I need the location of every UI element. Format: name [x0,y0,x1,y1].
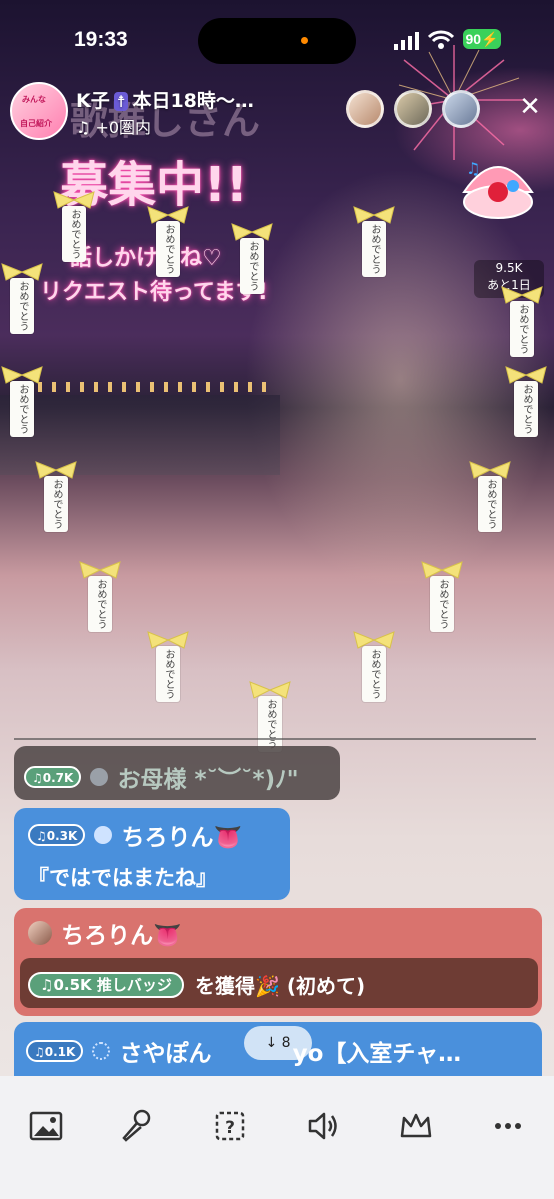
chat-message[interactable]: ちろりん👅 ♫0.5K 推しバッジ を獲得🎉 (初めて) [14,908,542,1016]
avatar-caption-2: 自己紹介 [20,119,52,128]
stream-header: みんな 自己紹介 K子 ☨ 本日18時〜… ♫ +0圏内 ✕ [10,82,550,142]
chat-username: ちろりん👅 [121,825,243,851]
badge-announcement: ♫0.5K 推しバッジ を獲得🎉 (初めて) [20,958,538,1008]
charm-label: おめでとう [514,381,538,437]
close-icon[interactable]: ✕ [515,92,545,122]
svg-text:?: ? [225,1118,235,1138]
chat-text: yo【入室チャ… [292,1041,462,1067]
crown-icon[interactable] [396,1106,436,1146]
viewer-avatar-1[interactable] [346,90,384,128]
congrats-charm: おめでとう [468,460,512,550]
chat-username: ちろりん👅 [61,923,182,949]
charm-label: おめでとう [156,221,180,277]
badge-pill: ♫0.5K 推しバッジ [28,971,184,998]
congrats-charm: おめでとう [78,560,122,650]
congrats-charm: おめでとう [146,630,190,720]
host-badge: ☨ [113,92,129,111]
question-icon[interactable]: ? [210,1106,250,1146]
gift-pill: ♫0.3K [28,824,86,846]
charm-label: おめでとう [430,576,454,632]
new-messages-button[interactable]: ↓ 8 [244,1026,312,1060]
charm-label: おめでとう [44,476,68,532]
dynamic-island [198,18,356,64]
rank-text: +0圏内 [95,118,152,137]
host-title[interactable]: K子 ☨ 本日18時〜… [76,86,254,113]
fan-icon: ♫ [76,118,96,137]
congrats-charm: おめでとう [420,560,464,650]
charm-label: おめでとう [88,576,112,632]
user-icon [90,768,109,786]
viewer-avatar-2[interactable] [394,90,432,128]
chat-message[interactable]: ♫0.7K お母様 *˘︶˘*)ﾉ" [14,746,340,800]
gift-pill: ♫0.1K [26,1040,84,1062]
bottom-toolbar: ? [0,1076,554,1199]
more-icon[interactable] [488,1106,528,1146]
charm-label: おめでとう [510,301,534,357]
avatar-caption-1: みんな [22,95,46,104]
charm-label: おめでとう [10,381,34,437]
charm-label: おめでとう [362,646,386,702]
congrats-charm: おめでとう [504,365,548,455]
charm-label: おめでとう [240,238,264,294]
charm-label: おめでとう [62,206,86,262]
microphone-icon[interactable] [116,1106,156,1146]
bear-icon [94,826,113,844]
chat-divider [14,738,536,740]
congrats-charm: おめでとう [230,222,274,312]
chat-username: さやぽん [119,1041,212,1067]
chat-text: 『ではではまたね』 [28,866,217,890]
charm-label: おめでとう [258,696,282,752]
clock: 19:33 [74,28,128,51]
recording-dot [301,37,308,44]
image-icon[interactable] [26,1106,66,1146]
congrats-charm: おめでとう [0,262,44,352]
charm-label: おめでとう [478,476,502,532]
congrats-charm: おめでとう [500,285,544,375]
congrats-charm: おめでとう [34,460,78,550]
rank-area[interactable]: ♫ +0圏内 [76,114,151,138]
shell-gift-icon[interactable]: ♫ [456,152,540,232]
wifi-icon [428,30,454,49]
stream-title: 本日18時〜… [132,90,254,112]
speaker-icon[interactable] [304,1106,344,1146]
congrats-charm: おめでとう [0,365,44,455]
user-avatar [28,921,52,945]
status-bar: 19:33 90⚡ [0,18,554,64]
congrats-charm: おめでとう [352,630,396,720]
congrats-charm: おめでとう [352,205,396,295]
battery-indicator: 90⚡ [463,29,501,49]
signal-icon [394,32,419,50]
gift-count: 9.5K [495,261,523,275]
chat-username: お母様 *˘︶˘*)ﾉ" [117,767,299,793]
host-avatar[interactable]: みんな 自己紹介 [10,82,68,140]
congrats-charm: おめでとう [52,190,96,280]
badge-text: を獲得🎉 (初めて) [194,974,366,998]
svg-text:♫: ♫ [466,159,480,178]
viewer-avatar-3[interactable] [442,90,480,128]
congrats-charm: おめでとう [146,205,190,295]
charm-label: おめでとう [362,221,386,277]
host-name: K子 [76,90,110,112]
user-icon [92,1042,111,1060]
charm-label: おめでとう [156,646,180,702]
battery-level: 90 [465,31,482,47]
charm-label: おめでとう [10,278,34,334]
lantern-lights [10,382,270,392]
chat-message[interactable]: ♫0.3K ちろりん👅 『ではではまたね』 [14,808,290,900]
gift-pill: ♫0.7K [24,766,82,788]
